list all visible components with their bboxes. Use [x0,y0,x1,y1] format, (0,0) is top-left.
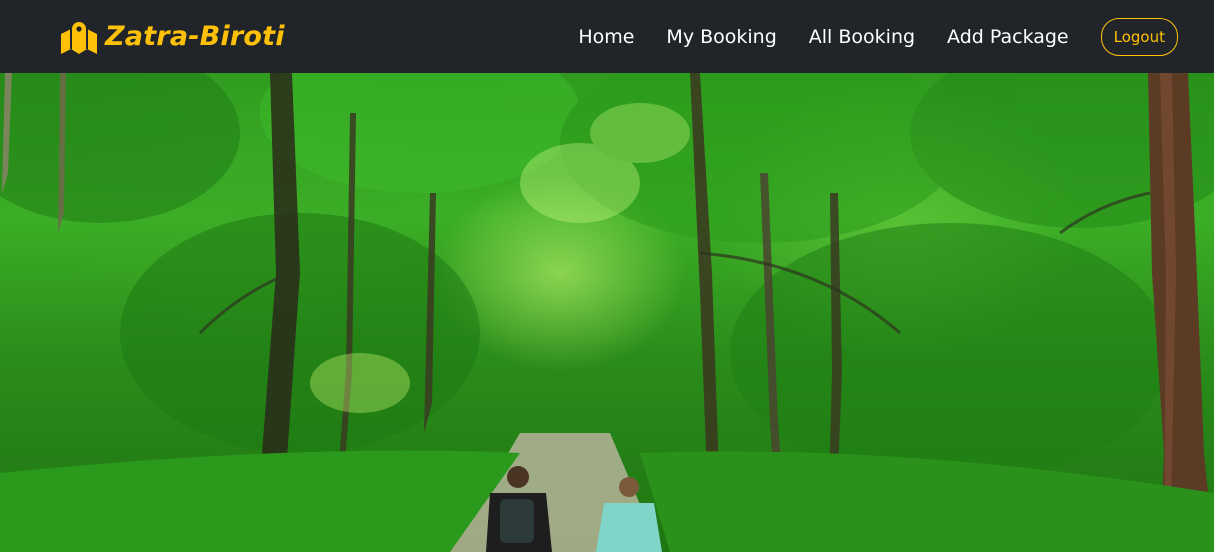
nav-all-booking[interactable]: All Booking [809,26,915,48]
nav-home[interactable]: Home [578,26,634,48]
brand-link[interactable]: Zatra-Biroti [61,20,285,54]
navbar: Zatra-Biroti Home My Booking All Booking… [0,0,1214,73]
map-icon [61,21,97,54]
nav-links: Home My Booking All Booking Add Package … [578,17,1178,56]
nav-my-booking[interactable]: My Booking [666,26,776,48]
brand-name: Zatra-Biroti [105,21,285,52]
logout-button[interactable]: Logout [1100,17,1178,56]
hero-image [0,73,1214,552]
forest-scene [0,73,1214,552]
nav-add-package[interactable]: Add Package [947,26,1069,48]
